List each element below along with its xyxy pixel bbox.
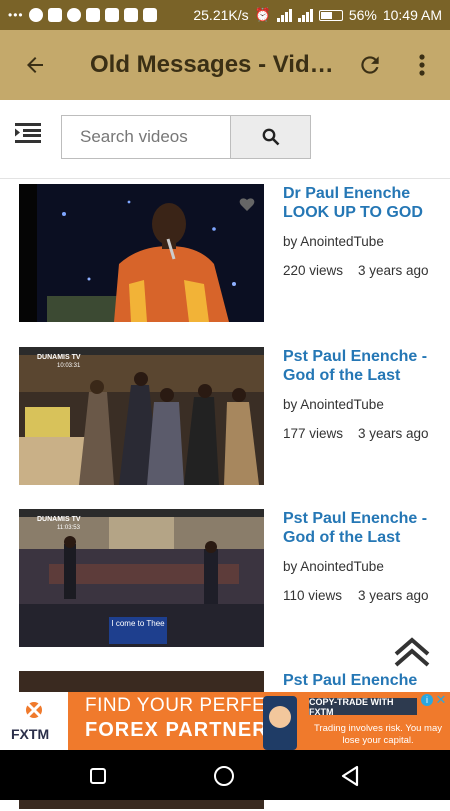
video-item[interactable]: Dr Paul Enenche LOOK UP TO GOD by Anoint… [0,184,450,324]
search-button[interactable] [230,115,311,159]
youtube-icon [47,8,62,22]
video-views: 220 views [283,263,344,278]
ad-brand: FXTM [11,726,50,742]
more-vertical-icon [419,54,425,76]
video-age: 3 years ago [358,426,429,441]
thumbnail-image: DUNAMIS TV 10:03:31 [19,347,264,485]
ad-close-icon[interactable]: ✕ [434,692,448,707]
fxtm-logo-icon [26,702,42,718]
thumbnail-timestamp: 10:03:31 [57,363,81,369]
video-title[interactable]: Dr Paul Enenche LOOK UP TO GOD [283,184,443,222]
ad-headline-2: FOREX PARTNER [85,719,268,741]
status-info: 25.21K/s ⏰ 56% 10:49 AM [193,7,442,23]
search-icon [262,128,279,146]
facebook-icon [142,8,157,22]
video-title[interactable]: Pst Paul Enenche - God of the Last [283,347,443,385]
ad-logo: FXTM [0,692,68,750]
more-dots-icon: ••• [8,8,24,22]
page-title: Old Messages - Vid… [90,51,334,78]
messenger-icon [28,8,43,22]
video-title[interactable]: Pst Paul Enenche [283,671,443,690]
refresh-icon [361,56,379,74]
ad-info-icon[interactable]: i [421,694,433,706]
home-button[interactable] [214,766,234,786]
triangle-back-icon [341,765,359,787]
video-thumbnail[interactable]: DUNAMIS TV 10:03:31 [19,347,264,485]
battery-percent: 56% [348,7,377,23]
signal-icon-2 [297,8,313,22]
search-bar: Search videos [0,100,450,179]
arrow-left-icon [27,57,43,73]
video-thumbnail[interactable] [19,184,264,322]
video-views: 177 views [283,426,344,441]
app-bar: Old Messages - Vid… [0,30,450,100]
recent-apps-button[interactable] [90,768,106,784]
video-channel: by AnointedTube [283,234,384,249]
network-speed: 25.21K/s [193,7,249,23]
video-age: 3 years ago [358,263,429,278]
thumbnail-image [19,184,264,322]
refresh-button[interactable] [350,42,390,88]
ad-disclaimer: Trading involves risk. You may lose your… [314,723,442,746]
video-channel: by AnointedTube [283,397,384,412]
search-input[interactable]: Search videos [61,115,231,159]
alarm-icon: ⏰ [254,7,271,22]
back-nav-button[interactable] [339,764,361,788]
status-bar: ••• 25.21K/s ⏰ 56% 10:49 AM [0,0,450,30]
thumbnail-caption: I come to Thee [111,619,165,628]
system-nav-bar [0,750,450,800]
dunamis-logo: DUNAMIS TV [37,516,81,523]
thumbnail-timestamp: 11:03:53 [57,525,81,531]
notification-icons: ••• [8,8,157,22]
video-age: 3 years ago [358,588,429,603]
ad-headline: FIND YOUR PERFECT [85,695,292,716]
whatsapp-icon [66,8,81,22]
clock: 10:49 AM [382,7,442,23]
dunamis-logo: DUNAMIS TV [37,354,81,361]
battery-fill [320,11,332,19]
video-title[interactable]: Pst Paul Enenche - God of the Last [283,509,443,547]
image-icon [85,8,100,22]
battery-icon [318,9,343,21]
more-options-button[interactable] [406,42,438,88]
ad-cta-button[interactable]: COPY-TRADE WITH FXTM [309,697,417,717]
video-item[interactable]: DUNAMIS TV 10:03:31 Pst Paul Enenche - G… [0,347,450,487]
ad-phone-image [263,696,297,750]
chevron-double-up-icon [394,637,430,667]
video-thumbnail[interactable]: DUNAMIS TV 11:03:53 I come to Thee [19,509,264,647]
ad-banner[interactable]: FXTM FIND YOUR PERFECT FOREX PARTNER COP… [0,692,450,750]
video-views: 110 views [283,588,343,603]
back-button[interactable] [0,30,70,100]
video-channel: by AnointedTube [283,559,384,574]
signal-icon [276,8,292,22]
menu-button[interactable] [15,122,45,144]
twitter-icon [123,8,138,22]
instagram-icon [104,8,119,22]
list-menu-icon [15,123,41,143]
scroll-to-top-button[interactable] [392,634,432,668]
video-item[interactable]: DUNAMIS TV 11:03:53 I come to Thee Pst P… [0,509,450,649]
